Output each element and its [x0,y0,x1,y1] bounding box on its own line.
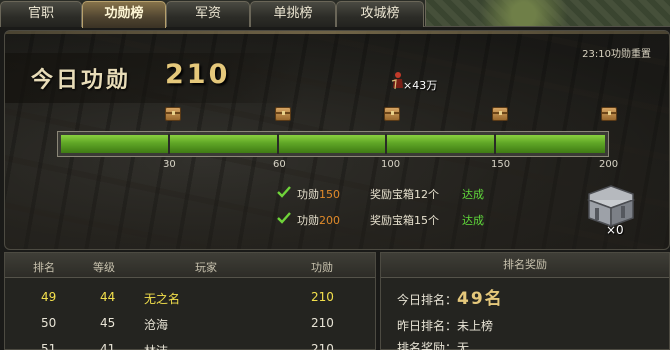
rank-reward-label: 排名奖励： [397,341,458,350]
tab-siege-ranking[interactable]: 攻城榜 [336,1,424,27]
tab-bar: 官职 功勋榜 军资 单挑榜 攻城榜 [0,0,670,28]
milestone-row: 功勋200 奖励宝箱15个 达成 [275,211,515,231]
yesterday-rank-label: 昨日排名： [397,319,458,333]
milestone-reward: 奖励宝箱12个 [370,188,439,201]
table-row[interactable]: 50 45 沧海 210 [5,310,375,335]
tick-label: 30 [163,159,176,170]
tick-label: 200 [599,159,619,170]
chest-icon[interactable] [165,107,181,121]
chest-icon[interactable] [601,107,617,121]
milestone-status: 达成 [462,188,484,201]
merit-progress-bar [57,131,609,157]
player-cell: 林洁 [144,342,168,350]
level-cell: 44 [100,290,116,304]
rank-cell: 51 [41,342,57,350]
bar-divider [494,134,496,154]
column-header-level: 等级 [93,261,115,274]
table-row[interactable]: 49 44 无之名 210 [5,284,375,309]
today-rank-value: 49名 [457,289,504,309]
today-rank-label: 今日排名： [397,293,458,307]
rank-cell: 49 [41,290,57,304]
yesterday-rank-value: 未上榜 [457,319,494,333]
bonus-reward: ×43万 [391,71,461,95]
chest-count: ×0 [606,223,624,237]
milestone-label: 功勋150 [297,188,340,201]
check-icon [277,212,291,224]
rank-reward-value: 无 [457,341,470,350]
rank-cell: 50 [41,316,57,330]
merit-cell: 210 [311,316,334,330]
tick-label: 150 [491,159,511,170]
level-cell: 41 [100,342,116,350]
bar-divider [277,134,279,154]
column-header-rank: 排名 [33,261,55,274]
merit-panel: 23:10功勋重置 今日功勋 210 ×43万 30 60 100 150 20… [4,30,670,250]
bar-divider [385,134,387,154]
treasure-chest-icon[interactable] [583,184,639,228]
player-cell: 沧海 [144,318,169,332]
chest-icon[interactable] [492,107,508,121]
rank-reward-title: 排名奖励 [381,253,669,278]
bar-divider [168,134,170,154]
merit-cell: 210 [311,342,334,350]
milestone-reward: 奖励宝箱15个 [370,214,439,227]
tick-label: 100 [381,159,401,170]
check-icon [277,186,291,198]
merit-cell: 210 [311,290,334,304]
column-header-merit: 功勋 [311,261,333,274]
level-cell: 45 [100,316,116,330]
milestone-status: 达成 [462,214,484,227]
ranking-table: 排名 等级 玩家 功勋 49 44 无之名 210 50 45 沧海 210 5… [4,252,376,350]
table-header: 排名 等级 玩家 功勋 [5,253,375,278]
milestone-label: 功勋200 [297,214,340,227]
today-merit-label: 今日功勋 [31,68,132,93]
tab-merit-ranking[interactable]: 功勋榜 [82,1,166,28]
today-rank-line: 今日排名：49名 [397,284,504,309]
chest-icon[interactable] [384,107,400,121]
reset-time-text: 23:10功勋重置 [582,49,651,60]
tab-supplies[interactable]: 军资 [166,1,250,27]
chest-icon[interactable] [275,107,291,121]
tab-duel-ranking[interactable]: 单挑榜 [250,1,336,27]
progress-fill [61,135,605,153]
tab-official-rank[interactable]: 官职 [0,1,82,27]
table-row[interactable]: 51 41 林洁 210 [5,336,375,350]
milestone-row: 功勋150 奖励宝箱12个 达成 [275,185,515,205]
today-merit-value: 210 [165,59,231,90]
rank-reward-panel: 排名奖励 今日排名：49名 昨日排名：未上榜 排名奖励：无 [380,252,670,350]
column-header-player: 玩家 [195,261,217,274]
bonus-amount: ×43万 [403,79,438,92]
rank-reward-line: 排名奖励：无 [397,339,469,350]
tick-label: 60 [273,159,286,170]
map-preview [425,0,670,26]
yesterday-rank-line: 昨日排名：未上榜 [397,317,493,334]
player-cell: 无之名 [144,292,181,306]
